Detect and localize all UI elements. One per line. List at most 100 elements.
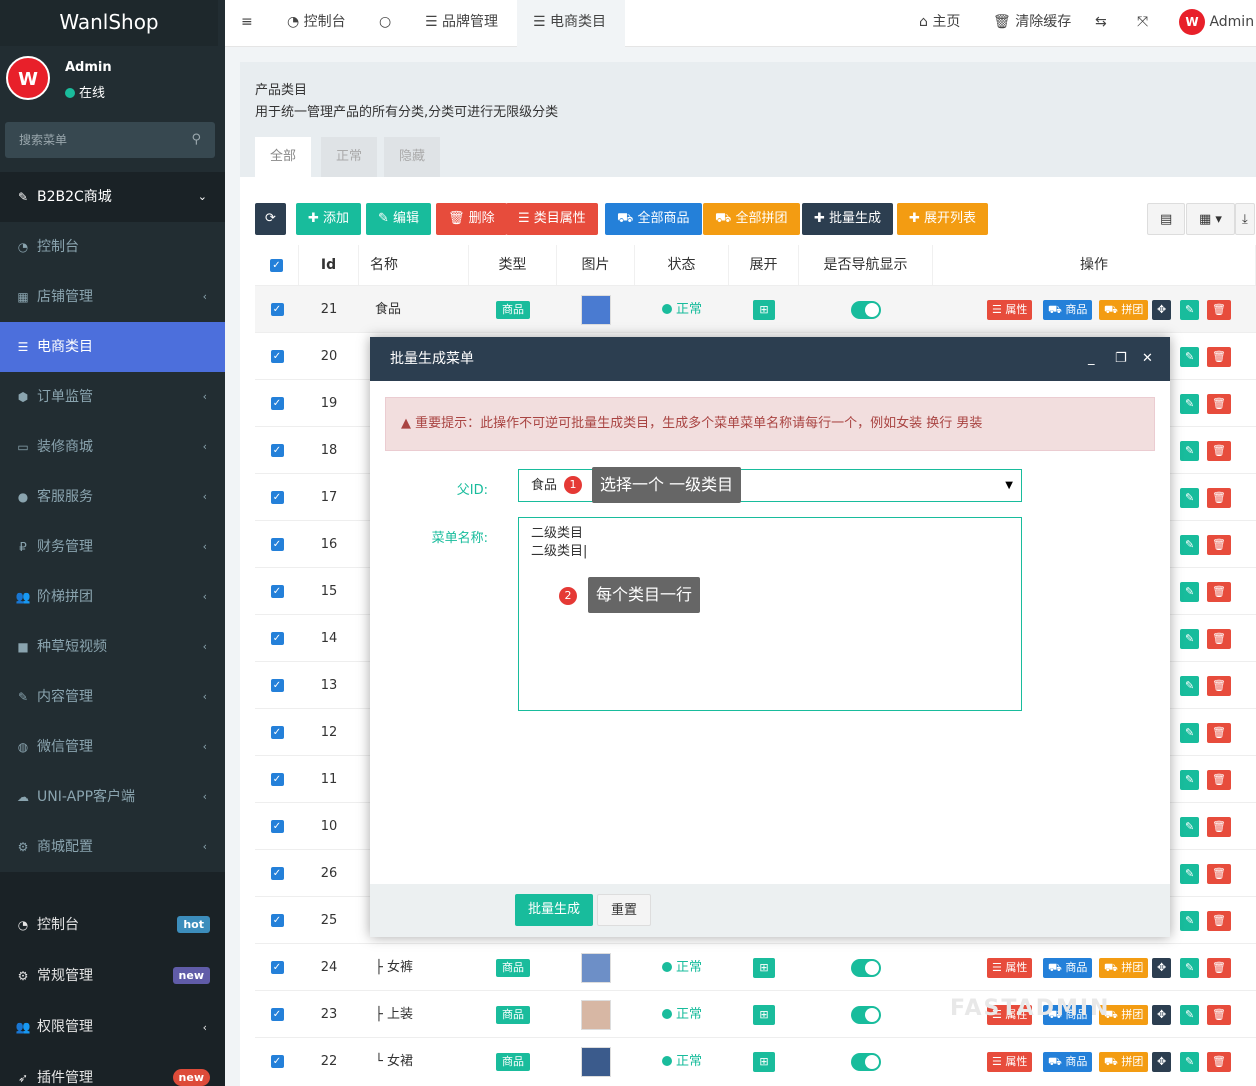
sidebar-item-category[interactable]: ☰ 电商类目: [0, 322, 225, 372]
row-edit-button[interactable]: ✎: [1180, 1005, 1200, 1025]
expand-list-button[interactable]: ✚ 展开列表: [897, 203, 989, 235]
maximize-icon[interactable]: ❐: [1115, 337, 1127, 381]
row-delete-button[interactable]: 🗑: [1207, 958, 1231, 978]
row-checkbox[interactable]: ✓: [255, 756, 299, 803]
col-name[interactable]: 名称: [359, 245, 469, 285]
row-checkbox[interactable]: ✓: [255, 474, 299, 521]
col-expand[interactable]: 展开: [729, 245, 799, 285]
translate-icon[interactable]: ⇆: [1095, 0, 1107, 47]
fullscreen-icon[interactable]: ⤧: [1137, 0, 1148, 47]
menu-name-textarea[interactable]: 二级类目 二级类目|: [518, 517, 1022, 711]
export-button[interactable]: ⤓: [1235, 203, 1255, 235]
col-operations[interactable]: 操作: [933, 245, 1256, 285]
sidebar-item-dashboard[interactable]: ◔ 控制台: [0, 222, 225, 272]
col-image[interactable]: 图片: [557, 245, 635, 285]
table-row[interactable]: ✓ 22 └ 女裙 商品 正常 ⊞ ☰ 属性 ⛟ 商品 ⛟ 拼团 ✥ ✎ 🗑: [255, 1037, 1256, 1084]
row-image[interactable]: [557, 991, 635, 1038]
delete-button[interactable]: 🗑 删除: [436, 203, 507, 235]
row-checkbox[interactable]: ✓: [255, 615, 299, 662]
batch-generate-button[interactable]: ✚ 批量生成: [802, 203, 894, 235]
row-delete-button[interactable]: 🗑: [1207, 676, 1231, 696]
toggle-switch[interactable]: [851, 1005, 881, 1024]
row-checkbox[interactable]: ✓: [255, 662, 299, 709]
row-edit-button[interactable]: ✎: [1180, 347, 1200, 367]
row-edit-button[interactable]: ✎: [1180, 441, 1200, 461]
row-checkbox[interactable]: ✓: [255, 568, 299, 615]
sidebar-item-finance[interactable]: ₽ 财务管理 ‹: [0, 522, 225, 572]
batch-generate-submit[interactable]: 批量生成: [515, 894, 594, 926]
search-icon[interactable]: ⚲: [191, 122, 201, 158]
sidebar-item-auth[interactable]: 👥 权限管理 ‹: [0, 1002, 225, 1053]
row-edit-button[interactable]: ✎: [1180, 1052, 1200, 1072]
row-checkbox[interactable]: ✓: [255, 1038, 299, 1085]
row-attr-button[interactable]: ☰ 属性: [987, 958, 1033, 978]
row-edit-button[interactable]: ✎: [1180, 864, 1200, 884]
sidebar-item-store[interactable]: ▦ 店铺管理 ‹: [0, 272, 225, 322]
row-delete-button[interactable]: 🗑: [1207, 441, 1231, 461]
row-checkbox[interactable]: ✓: [255, 427, 299, 474]
home-link[interactable]: ⌂ 主页: [919, 0, 960, 47]
row-edit-button[interactable]: ✎: [1180, 300, 1200, 320]
tab-category[interactable]: ☰ 电商类目: [517, 0, 625, 47]
row-delete-button[interactable]: 🗑: [1207, 582, 1231, 602]
toggle-switch[interactable]: [851, 958, 881, 977]
table-row[interactable]: ✓ 21 食品 商品 正常 ⊞ ☰ 属性 ⛟ 商品 ⛟ 拼团 ✥ ✎ 🗑: [255, 285, 1256, 332]
col-status[interactable]: 状态: [635, 245, 729, 285]
row-delete-button[interactable]: 🗑: [1207, 911, 1231, 931]
view-toggle-button[interactable]: ▤: [1147, 203, 1186, 235]
row-delete-button[interactable]: 🗑: [1207, 488, 1231, 508]
row-goods-button[interactable]: ⛟ 商品: [1043, 300, 1093, 320]
toggle-switch[interactable]: [851, 1052, 881, 1071]
table-row[interactable]: ✓ 24 ├ 女裤 商品 正常 ⊞ ☰ 属性 ⛟ 商品 ⛟ 拼团 ✥ ✎ 🗑: [255, 943, 1256, 990]
tab-hidden[interactable]: 隐藏: [384, 137, 441, 177]
sitemap-icon[interactable]: ⊞: [753, 1052, 775, 1072]
reset-button[interactable]: 重置: [597, 894, 652, 926]
sitemap-icon[interactable]: ⊞: [753, 958, 775, 978]
row-delete-button[interactable]: 🗑: [1207, 629, 1231, 649]
row-edit-button[interactable]: ✎: [1180, 535, 1200, 555]
row-edit-button[interactable]: ✎: [1180, 770, 1200, 790]
row-expand[interactable]: ⊞: [729, 286, 799, 333]
row-checkbox[interactable]: ✓: [255, 897, 299, 944]
refresh-button[interactable]: ⟳: [255, 203, 286, 235]
sidebar-item-decor[interactable]: ▭ 装修商城 ‹: [0, 422, 225, 472]
row-expand[interactable]: ⊞: [729, 944, 799, 991]
row-attr-button[interactable]: ☰ 属性: [987, 1052, 1033, 1072]
row-delete-button[interactable]: 🗑: [1207, 1005, 1231, 1025]
row-checkbox[interactable]: ✓: [255, 521, 299, 568]
row-edit-button[interactable]: ✎: [1180, 629, 1200, 649]
col-id[interactable]: Id: [299, 245, 359, 285]
all-goods-button[interactable]: ⛟ 全部商品: [605, 203, 702, 235]
row-delete-button[interactable]: 🗑: [1207, 723, 1231, 743]
row-edit-button[interactable]: ✎: [1180, 911, 1200, 931]
row-expand[interactable]: ⊞: [729, 1038, 799, 1085]
row-nav-toggle[interactable]: [799, 991, 933, 1038]
row-checkbox[interactable]: ✓: [255, 850, 299, 897]
close-icon[interactable]: ✕: [1142, 337, 1153, 381]
row-edit-button[interactable]: ✎: [1180, 582, 1200, 602]
sidebar-item-order[interactable]: ⬢ 订单监管 ‹: [0, 372, 225, 422]
row-delete-button[interactable]: 🗑: [1207, 347, 1231, 367]
row-group-button[interactable]: ⛟ 拼团: [1099, 1052, 1149, 1072]
product-thumbnail[interactable]: [581, 952, 611, 983]
minimize-icon[interactable]: _: [1088, 337, 1095, 381]
row-goods-button[interactable]: ⛟ 商品: [1043, 958, 1093, 978]
all-group-button[interactable]: ⛟ 全部拼团: [703, 203, 800, 235]
row-nav-toggle[interactable]: [799, 286, 933, 333]
sidebar-item-config[interactable]: ⚙ 商城配置 ‹: [0, 822, 225, 872]
user-menu[interactable]: W Admin: [1179, 0, 1254, 47]
sitemap-icon[interactable]: ⊞: [753, 300, 775, 320]
tab-brand[interactable]: ☰ 品牌管理: [425, 0, 498, 47]
row-delete-button[interactable]: 🗑: [1207, 300, 1231, 320]
row-nav-toggle[interactable]: [799, 944, 933, 991]
col-nav-display[interactable]: 是否导航显示: [799, 245, 933, 285]
product-thumbnail[interactable]: [581, 1046, 611, 1077]
row-delete-button[interactable]: 🗑: [1207, 535, 1231, 555]
sidebar-item-group[interactable]: 👥 阶梯拼团 ‹: [0, 572, 225, 622]
sidebar-item-wechat[interactable]: ◍ 微信管理 ‹: [0, 722, 225, 772]
sidebar-item-general[interactable]: ⚙ 常规管理 new: [0, 951, 225, 1002]
row-edit-button[interactable]: ✎: [1180, 723, 1200, 743]
sidebar-item-video[interactable]: ■ 种草短视频 ‹: [0, 622, 225, 672]
hamburger-icon[interactable]: ≡: [241, 0, 253, 47]
row-delete-button[interactable]: 🗑: [1207, 394, 1231, 414]
